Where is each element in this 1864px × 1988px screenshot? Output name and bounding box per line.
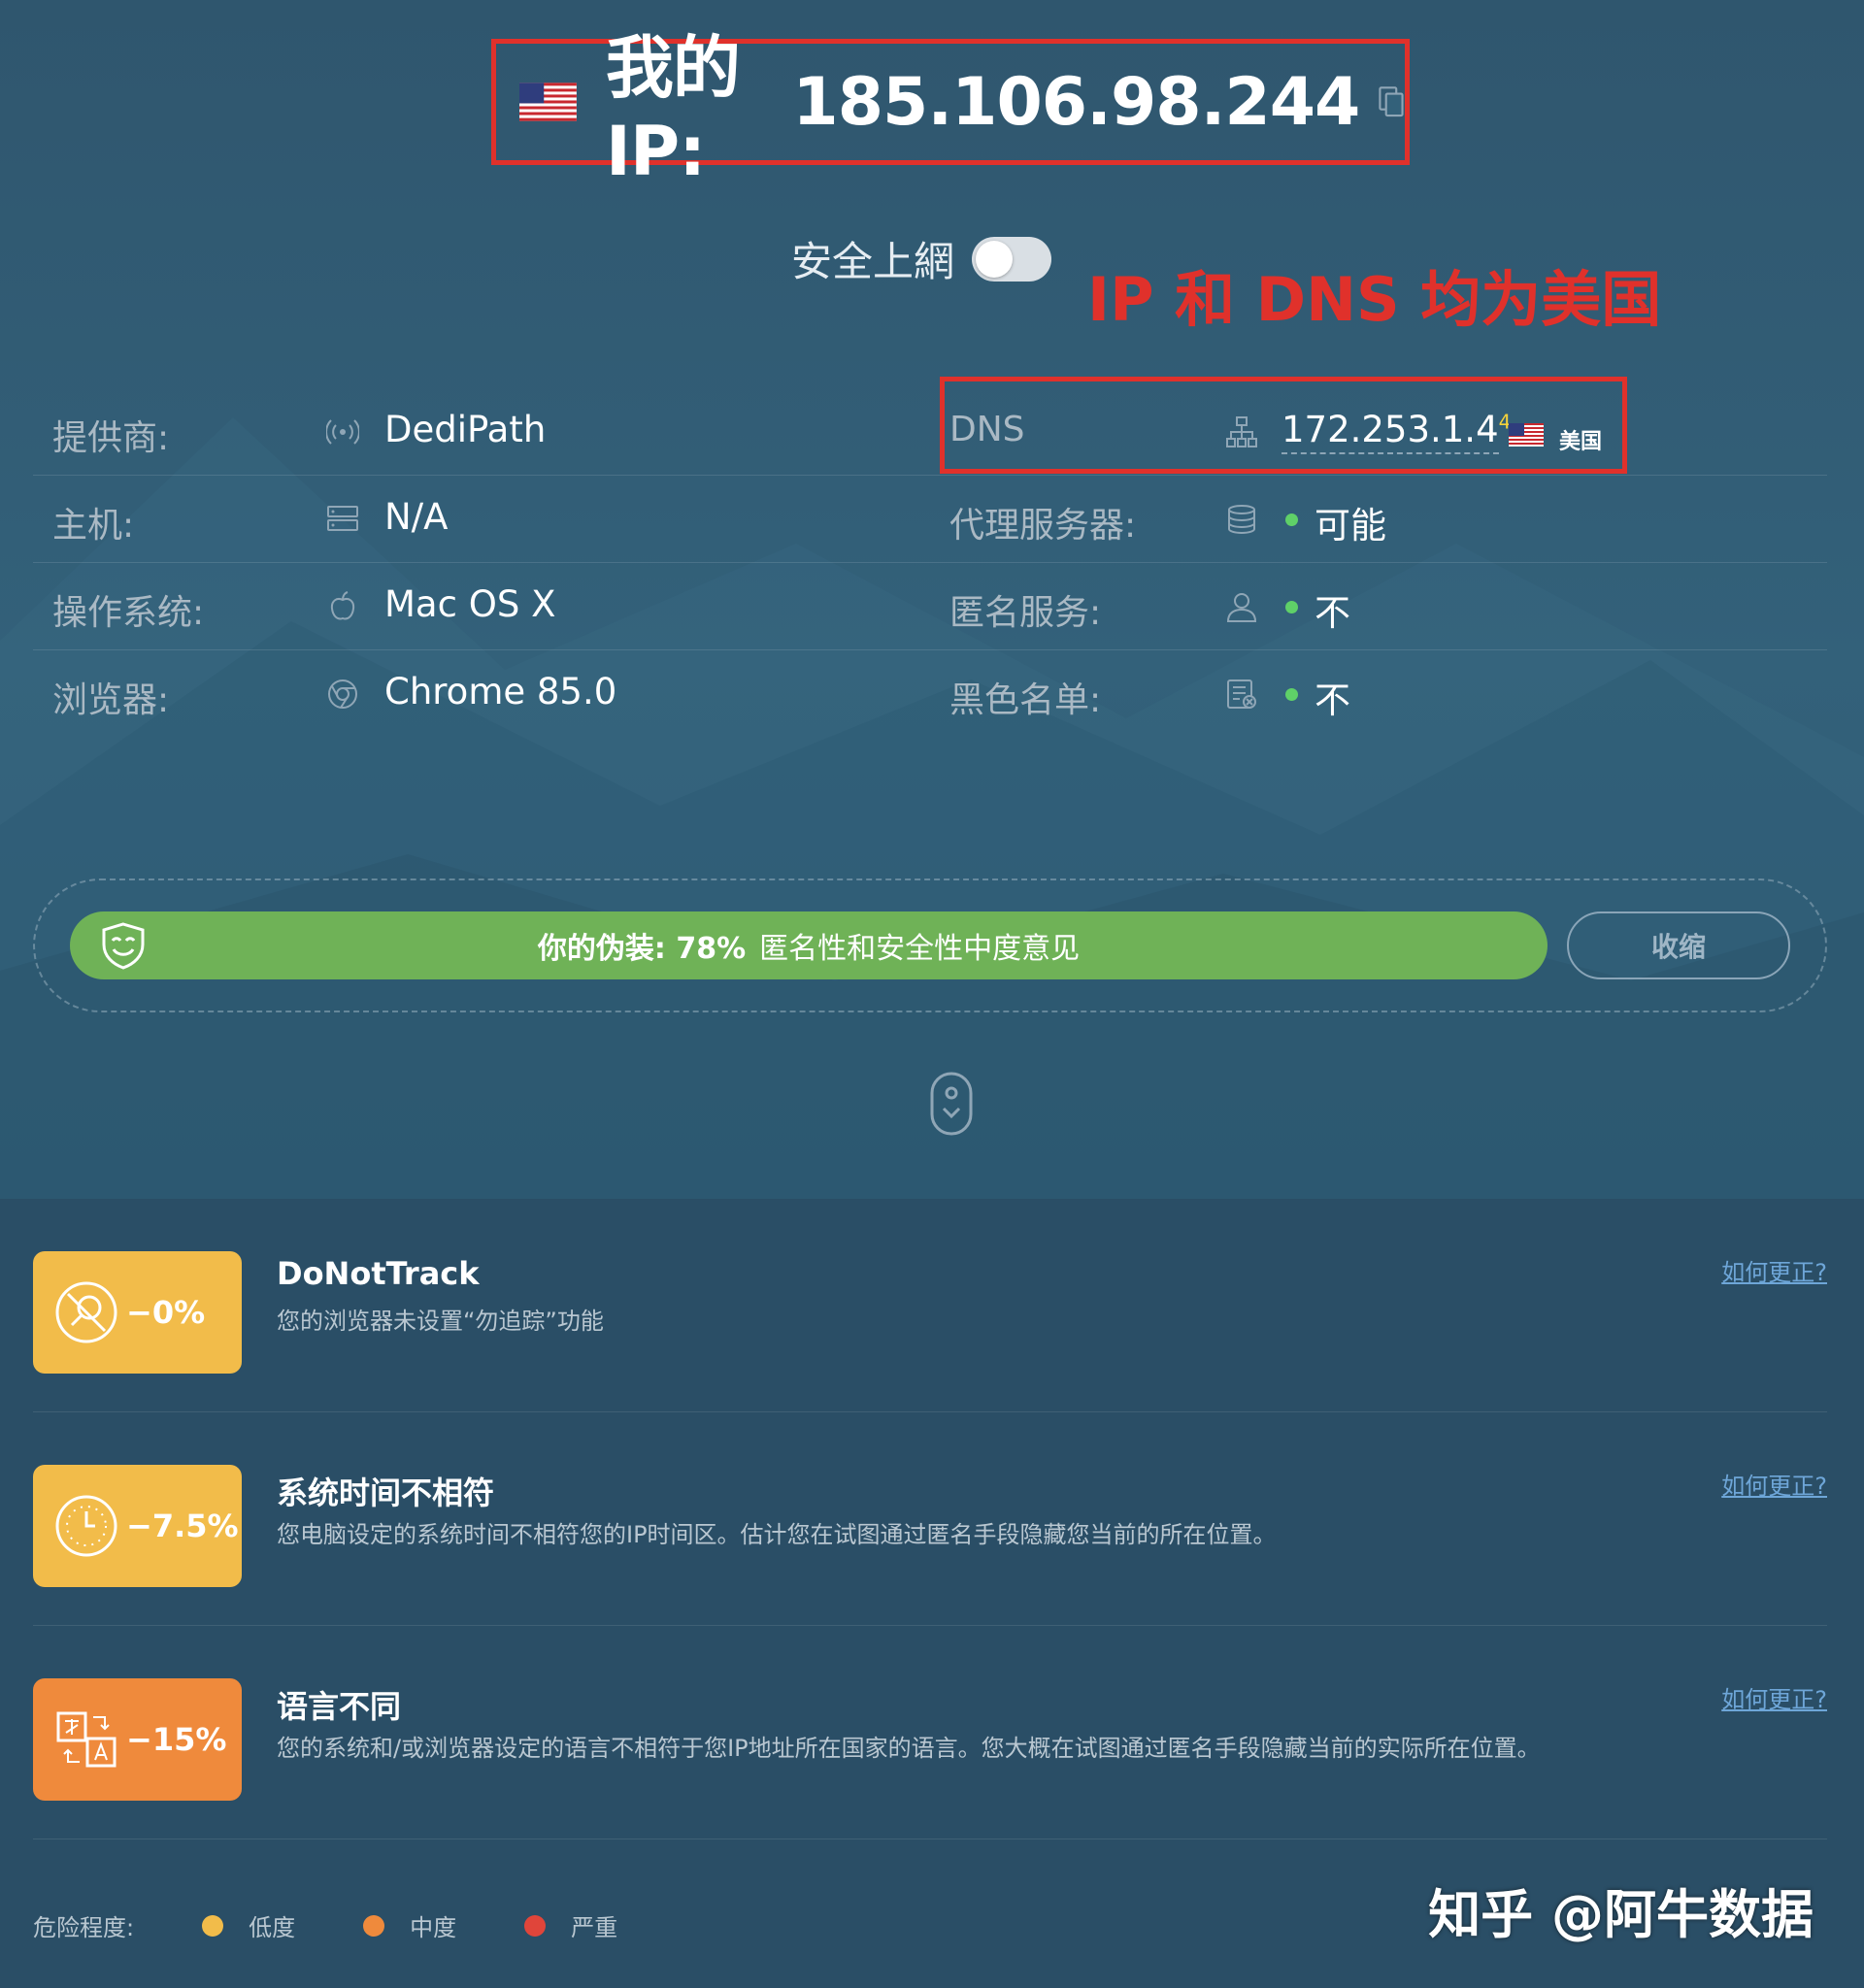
- disguise-score: 你的伪装: 78%: [537, 932, 747, 966]
- how-to-fix-link[interactable]: 如何更正?: [1721, 1253, 1827, 1287]
- info-row-3: 操作系统: Mac OS X 匿名服务: 不: [33, 563, 1827, 650]
- issue-description: 您的系统和/或浏览器设定的语言不相符于您IP地址所在国家的语言。您大概在试图通过…: [277, 1735, 1541, 1762]
- search-off-icon: [55, 1281, 117, 1343]
- info-row-4: 浏览器: Chrome 85.0 黑色名单: 不: [33, 650, 1827, 738]
- risk-legend: 危险程度: 低度 中度 严重: [33, 1908, 685, 1942]
- blacklist-label: 黑色名单:: [949, 680, 1102, 720]
- database-icon: [1228, 505, 1255, 534]
- server-icon: [327, 506, 358, 531]
- info-row-2: 主机: N/A 代理服务器: 可能: [33, 476, 1827, 563]
- proxy-status-dot: [1285, 514, 1298, 526]
- blacklist-status-dot: [1285, 688, 1298, 701]
- anonymizer-value: 不: [1315, 592, 1350, 634]
- legend-dot: [524, 1914, 547, 1937]
- host-value: N/A: [384, 496, 449, 538]
- issue-description: 您的浏览器未设置“勿追踪”功能: [277, 1308, 604, 1335]
- secure-label: 安全上網: [791, 238, 955, 285]
- legend-label: 危险程度:: [33, 1914, 135, 1941]
- issue-title: 系统时间不相符: [277, 1474, 495, 1511]
- legend-item-low: 低度: [202, 1908, 295, 1942]
- provider-value: DediPath: [384, 409, 547, 450]
- copy-icon[interactable]: [1379, 80, 1405, 124]
- us-flag-small-icon: [1509, 423, 1544, 447]
- user-icon: [1226, 593, 1257, 622]
- legend-text: 严重: [571, 1914, 618, 1941]
- chrome-icon: [328, 679, 357, 709]
- signal-icon: [326, 419, 359, 445]
- legend-text: 中度: [410, 1914, 457, 1941]
- how-to-fix-link[interactable]: 如何更正?: [1721, 1467, 1827, 1501]
- watermark: 知乎 @阿牛数据: [1428, 1884, 1814, 1945]
- legend-dot: [363, 1914, 385, 1937]
- proxy-label: 代理服务器:: [949, 506, 1137, 546]
- issue-donottrack: −0% DoNotTrack 您的浏览器未设置“勿追踪”功能 如何更正?: [33, 1199, 1827, 1412]
- issue-badge: −15%: [33, 1678, 242, 1801]
- anonymizer-status-dot: [1285, 601, 1298, 613]
- apple-icon: [330, 591, 355, 620]
- ip-address: 185.106.98.244: [792, 63, 1360, 141]
- provider-label: 提供商:: [52, 418, 170, 458]
- issue-badge-value: −15%: [126, 1721, 227, 1758]
- os-label: 操作系统:: [52, 593, 205, 633]
- issue-title: DoNotTrack: [277, 1255, 480, 1292]
- issue-language-mismatch: −15% 语言不同 您的系统和/或浏览器设定的语言不相符于您IP地址所在国家的语…: [33, 1626, 1827, 1839]
- ip-label: 我的IP:: [605, 27, 741, 191]
- browser-value: Chrome 85.0: [384, 671, 617, 712]
- ip-header: 我的IP: 185.106.98.244: [491, 28, 1410, 191]
- browser-label: 浏览器:: [52, 680, 170, 720]
- secure-browsing: 安全上網: [791, 229, 1052, 288]
- blacklist-value: 不: [1315, 679, 1350, 721]
- os-value: Mac OS X: [384, 583, 556, 625]
- legend-text: 低度: [249, 1914, 296, 1941]
- annotation-text: IP 和 DNS 均为美国: [1087, 264, 1662, 335]
- issue-badge: −0%: [33, 1251, 242, 1374]
- us-flag-icon: [519, 83, 577, 121]
- host-label: 主机:: [52, 506, 135, 546]
- legend-dot: [202, 1914, 224, 1937]
- disguise-description: 匿名性和安全性中度意见: [759, 932, 1081, 966]
- legend-item-medium: 中度: [363, 1908, 456, 1942]
- anonymizer-label: 匿名服务:: [949, 593, 1102, 633]
- blacklist-icon: [1227, 679, 1256, 709]
- issue-badge: −7.5%: [33, 1465, 242, 1587]
- issue-badge-value: −7.5%: [126, 1508, 239, 1544]
- how-to-fix-link[interactable]: 如何更正?: [1721, 1680, 1827, 1714]
- legend-item-severe: 严重: [524, 1908, 617, 1942]
- scroll-down-icon[interactable]: [930, 1072, 973, 1136]
- mask-shield-icon: [102, 922, 145, 970]
- issue-time-mismatch: −7.5% 系统时间不相符 您电脑设定的系统时间不相符您的IP时间区。估计您在试…: [33, 1412, 1827, 1626]
- translate-icon: [56, 1711, 116, 1768]
- issue-description: 您电脑设定的系统时间不相符您的IP时间区。估计您在试图通过匿名手段隐藏您当前的所…: [277, 1521, 1277, 1548]
- issue-title: 语言不同: [277, 1688, 402, 1725]
- secure-toggle[interactable]: [972, 236, 1052, 282]
- dns-country: 美国: [1559, 430, 1603, 454]
- clock-icon: [55, 1495, 117, 1557]
- disguise-bar: 你的伪装: 78% 匿名性和安全性中度意见: [70, 911, 1548, 979]
- proxy-value: 可能: [1315, 505, 1386, 547]
- toggle-knob: [976, 240, 1014, 278]
- issue-badge-value: −0%: [126, 1294, 206, 1331]
- collapse-button[interactable]: 收缩: [1567, 911, 1790, 979]
